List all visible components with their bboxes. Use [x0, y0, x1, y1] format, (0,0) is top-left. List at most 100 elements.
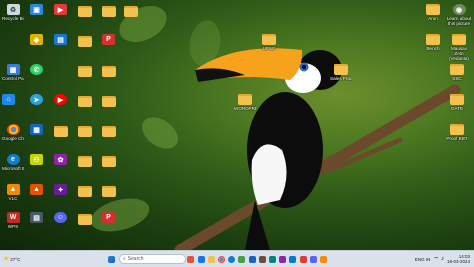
clock-date: 18-03-2024 [446, 259, 470, 264]
folder-icon[interactable] [102, 156, 116, 167]
file-explorer-icon[interactable] [207, 255, 215, 263]
vscode-icon[interactable] [289, 255, 297, 263]
windows-start-icon[interactable] [108, 255, 116, 263]
desktop-folder-upsc[interactable]: UPSC [258, 34, 280, 51]
folder-icon[interactable] [78, 6, 92, 17]
taskbar-app-icon[interactable] [268, 255, 276, 263]
youtube-icon[interactable]: ▶ [54, 94, 67, 105]
discord-icon[interactable]: ☺ [54, 212, 67, 223]
folder-icon [450, 64, 464, 75]
app-icon[interactable]: ▣ [30, 4, 43, 15]
clock[interactable]: 14:03 18-03-2024 [447, 254, 470, 264]
search-icon: ⌕ [122, 256, 126, 262]
folder-icon[interactable] [78, 36, 92, 47]
edge-icon: e [6, 154, 20, 165]
recycle-bin-icon: ♻ [6, 4, 20, 15]
wps-icon: W [6, 212, 20, 223]
app-icon[interactable]: ▦ [30, 124, 43, 135]
icon-label: Proof BBT [446, 136, 468, 141]
pdf-icon[interactable]: P [102, 34, 115, 45]
vlc-icon: ▲ [6, 184, 20, 195]
folder-icon [334, 64, 348, 75]
app-icon[interactable]: ⌂ [2, 94, 15, 105]
folder-icon[interactable] [78, 96, 92, 107]
app-icon[interactable]: ▤ [54, 34, 67, 45]
telegram-icon[interactable]: ➤ [30, 94, 43, 105]
folder-icon [238, 94, 252, 105]
app-icon[interactable]: ◆ [30, 34, 43, 45]
desktop-icon-vlc[interactable]: ▲ VLC [2, 184, 24, 201]
folder-icon [262, 34, 276, 45]
desktop-folder-bench[interactable]: Bench [422, 34, 444, 51]
icon-label: Control Panel [2, 76, 24, 81]
language-indicator[interactable]: ENG IN [415, 257, 431, 262]
app-icon[interactable]: ⚇ [30, 154, 43, 165]
taskbar-app-icon[interactable] [258, 255, 266, 263]
search-placeholder: Search [127, 256, 144, 262]
taskbar-app-icon[interactable] [279, 255, 287, 263]
folder-icon [450, 94, 464, 105]
camera-icon: ◉ [452, 4, 466, 15]
icon-label: UPSC [262, 46, 276, 51]
desktop-folder-ssc[interactable]: SSC [446, 64, 468, 81]
taskbar-app-icon[interactable] [299, 255, 307, 263]
desktop-folder-gate[interactable]: GATE [446, 94, 468, 111]
desktop-icon-recycle-bin[interactable]: ♻ Recycle Bin [2, 4, 24, 21]
chrome-icon[interactable] [218, 255, 226, 263]
folder-icon[interactable] [124, 6, 138, 17]
folder-icon[interactable] [78, 214, 92, 225]
desktop-wallpaper: ♻ Recycle Bin Google Chrome ▦ Control Pa… [0, 0, 474, 250]
folder-icon[interactable] [102, 186, 116, 197]
taskbar-app-icon[interactable] [238, 255, 246, 263]
search-box[interactable]: ⌕ Search [118, 254, 186, 264]
icon-label: Recycle Bin [2, 16, 24, 21]
icon-label: Learn about this picture [446, 16, 472, 26]
app-icon[interactable]: ✦ [54, 184, 67, 195]
desktop-icon-wps[interactable]: W WPS [2, 212, 24, 229]
folder-icon[interactable] [78, 126, 92, 137]
whatsapp-icon[interactable]: ✆ [30, 64, 43, 75]
folder-icon[interactable] [102, 6, 116, 17]
desktop-folder-arun[interactable]: Arun [422, 4, 444, 21]
folder-icon[interactable] [78, 66, 92, 77]
taskbar-app-icon[interactable] [187, 255, 195, 263]
folder-icon[interactable] [78, 156, 92, 167]
desktop-icon-edge[interactable]: e Microsoft Edge [2, 154, 24, 171]
desktop-folder-wordpress[interactable]: WORDPRESS [234, 94, 256, 111]
taskbar-app-icon[interactable] [319, 255, 327, 263]
folder-icon[interactable] [78, 186, 92, 197]
desktop-icon-control-panel[interactable]: ▦ Control Panel [2, 64, 24, 81]
control-panel-icon: ▦ [6, 64, 20, 75]
icon-label: Sales Practice [330, 76, 352, 81]
weather-widget[interactable]: ☀ 27°C [3, 255, 20, 263]
folder-icon [426, 4, 440, 15]
app-icon[interactable]: ▶ [54, 4, 67, 15]
wifi-icon[interactable]: ⌔ [433, 255, 439, 263]
folder-icon[interactable] [102, 96, 116, 107]
app-icon[interactable]: ▤ [30, 212, 43, 223]
taskbar: ☀ 27°C ⌕ Search ENG IN ⌔ ♪ 14:03 18-03-2… [0, 250, 474, 267]
folder-icon[interactable] [102, 66, 116, 77]
desktop-folder-proof[interactable]: Proof BBT [446, 124, 468, 141]
folder-icon [452, 34, 466, 45]
app-icon[interactable]: ▲ [30, 184, 43, 195]
desktop-folder-mausav[interactable]: Mausav Zem (Vedanta) [446, 34, 472, 61]
folder-icon[interactable] [54, 126, 68, 137]
folder-icon[interactable] [102, 126, 116, 137]
app-icon[interactable]: ✿ [54, 154, 67, 165]
learn-picture-icon[interactable]: ◉ Learn about this picture [446, 4, 472, 26]
taskbar-app-icon[interactable] [309, 255, 317, 263]
folder-icon [450, 124, 464, 135]
icon-label: WORDPRESS [234, 106, 256, 111]
icon-label: Arun [428, 16, 438, 21]
taskbar-app-icon[interactable] [248, 255, 256, 263]
folder-icon [426, 34, 440, 45]
volume-icon[interactable]: ♪ [441, 256, 444, 262]
icon-label: Mausav Zem (Vedanta) [449, 46, 469, 61]
desktop-icon-chrome[interactable]: Google Chrome [2, 124, 24, 141]
edge-icon[interactable] [228, 255, 236, 263]
desktop-folder-sales[interactable]: Sales Practice [330, 64, 352, 81]
taskbar-app-icon[interactable] [197, 255, 205, 263]
weather-icon: ☀ [3, 256, 10, 263]
pdf-icon[interactable]: P [102, 212, 115, 223]
